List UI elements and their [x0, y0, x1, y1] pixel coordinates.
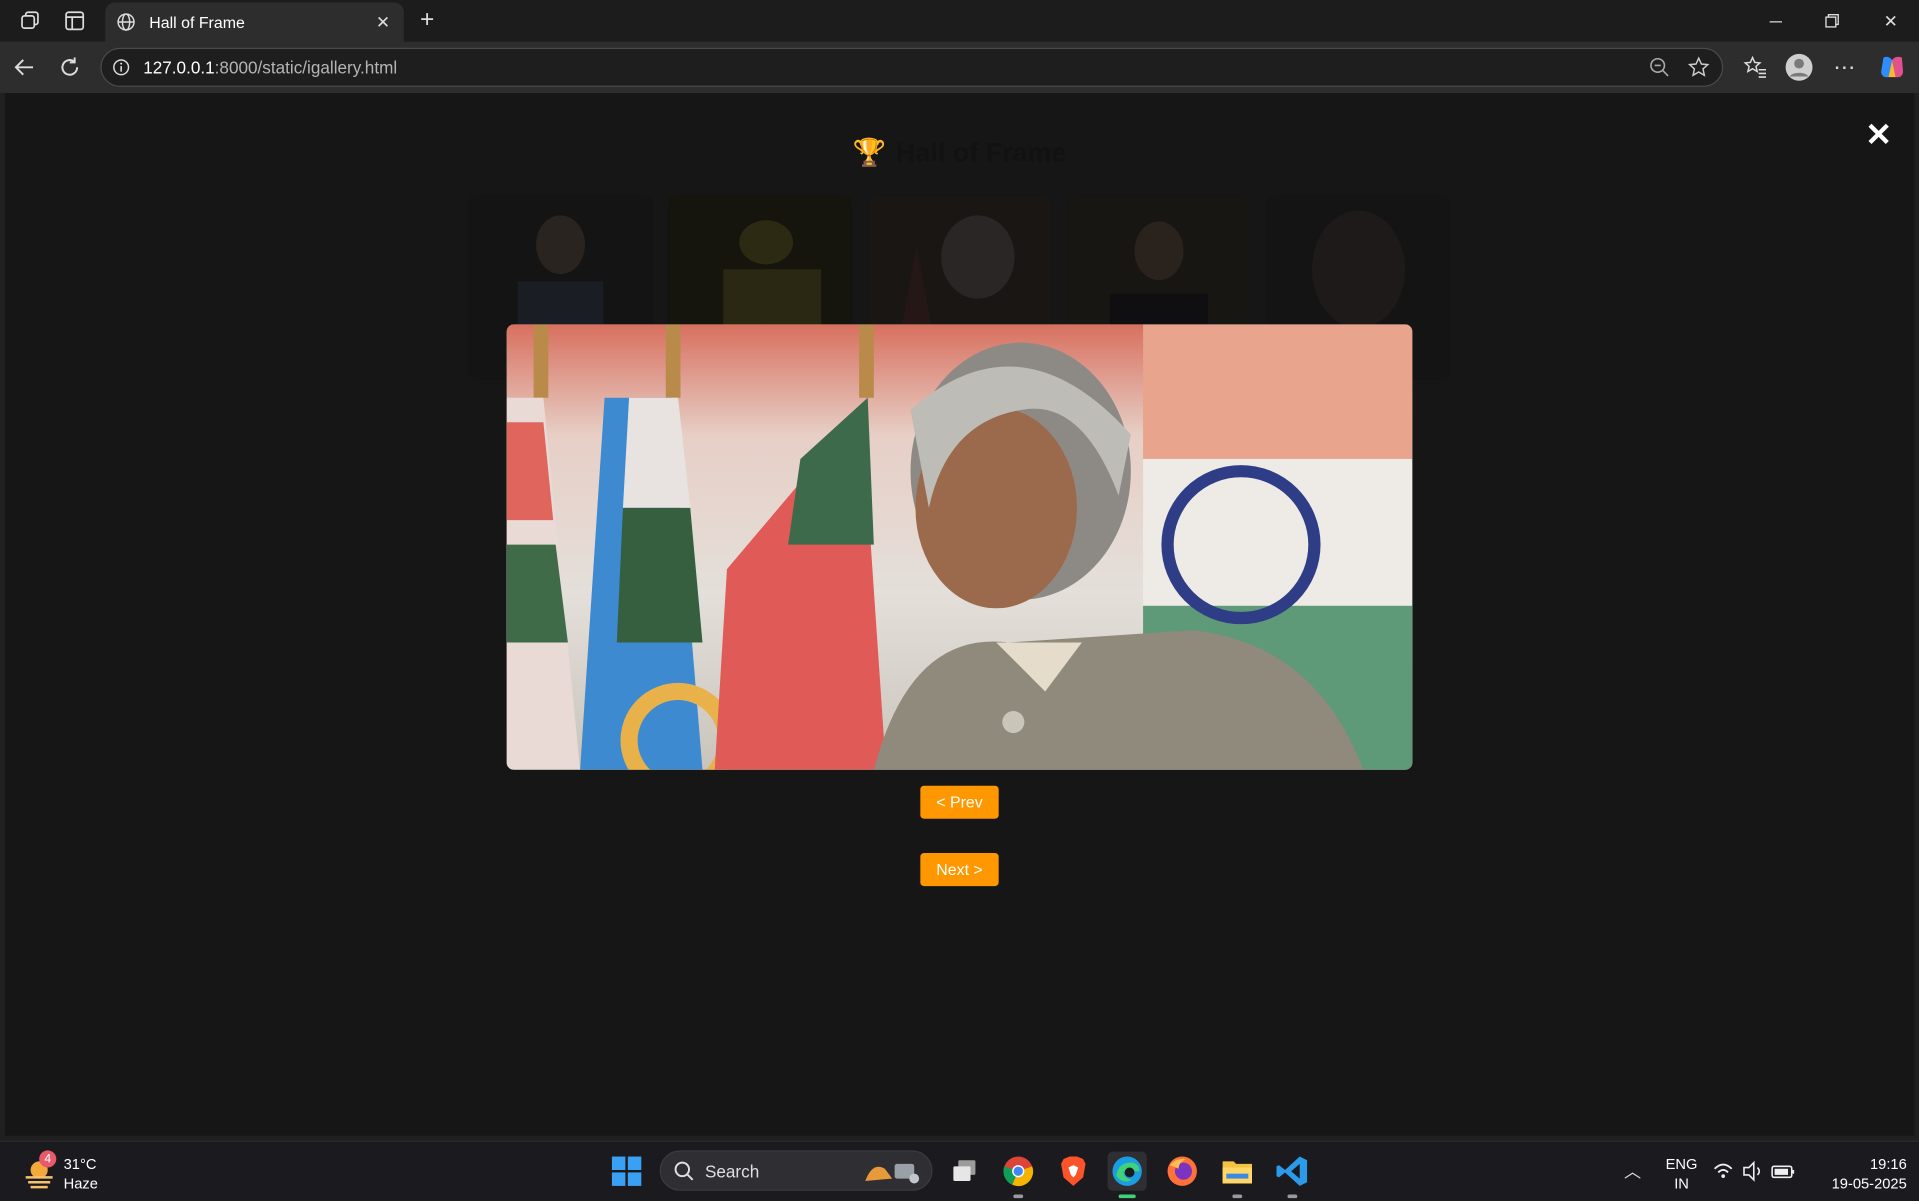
clock-date: 19-05-2025	[1831, 1174, 1907, 1193]
profile-avatar-icon[interactable]	[1783, 51, 1815, 83]
weather-temperature: 31°C	[63, 1155, 97, 1173]
globe-icon	[115, 11, 137, 33]
vertical-tabs-icon[interactable]	[60, 7, 89, 34]
notification-badge: 4	[39, 1150, 57, 1168]
browser-toolbar: 127.0.0.1:8000/static/igallery.html ⋯	[0, 41, 1919, 94]
running-indicator	[1232, 1194, 1243, 1199]
refresh-icon[interactable]	[54, 51, 86, 83]
next-button[interactable]: Next >	[920, 853, 999, 887]
clock-time: 19:16	[1870, 1155, 1907, 1173]
favorite-star-icon[interactable]	[1687, 56, 1710, 78]
prev-button[interactable]: < Prev	[920, 785, 999, 819]
weather-condition: Haze	[63, 1174, 98, 1193]
more-options-icon[interactable]: ⋯	[1828, 51, 1860, 83]
brave-icon[interactable]	[1054, 1152, 1093, 1191]
site-info-icon[interactable]	[113, 59, 130, 76]
clock[interactable]: 19:16 19-05-2025	[1809, 1154, 1907, 1193]
system-tray[interactable]	[1711, 1152, 1799, 1191]
close-tab-icon[interactable]: ✕	[370, 9, 397, 36]
tab-hall-of-frame[interactable]: Hall of Frame ✕	[105, 2, 404, 42]
address-bar[interactable]: 127.0.0.1:8000/static/igallery.html	[100, 47, 1724, 87]
favorites-icon[interactable]	[1739, 51, 1771, 83]
workspaces-icon[interactable]	[16, 7, 45, 34]
zoom-out-icon[interactable]	[1649, 56, 1671, 78]
page-viewport: 🏆 Hall of Frame ✕ < Prev Next >	[4, 93, 1915, 1136]
weather-widget[interactable]: 4 31°C Haze	[22, 1150, 120, 1192]
language-code: ENG	[1665, 1155, 1698, 1173]
running-indicator	[1013, 1194, 1024, 1199]
back-icon[interactable]	[9, 51, 41, 83]
search-highlight-icon	[865, 1163, 920, 1184]
minimize-icon[interactable]: ─	[1748, 0, 1804, 42]
search-label: Search	[704, 1161, 760, 1182]
restore-icon[interactable]	[1804, 0, 1860, 42]
active-indicator	[1118, 1194, 1136, 1199]
close-window-icon[interactable]: ✕	[1863, 0, 1919, 42]
file-explorer-icon[interactable]	[1218, 1152, 1257, 1199]
new-tab-icon[interactable]: +	[414, 5, 441, 34]
firefox-icon[interactable]	[1163, 1152, 1202, 1191]
title-bar: Hall of Frame ✕ + ─ ✕	[0, 0, 1919, 42]
copilot-icon[interactable]	[1876, 51, 1908, 83]
language-indicator[interactable]: ENG IN	[1660, 1154, 1704, 1193]
chevron-up-icon[interactable]: ︿	[1613, 1152, 1652, 1191]
task-view-icon[interactable]	[945, 1152, 984, 1191]
running-indicator	[1287, 1194, 1298, 1199]
lightbox-image	[506, 324, 1413, 770]
edge-icon[interactable]	[1107, 1151, 1147, 1199]
chrome-icon[interactable]	[999, 1152, 1038, 1199]
search-icon	[674, 1161, 694, 1181]
url-text: 127.0.0.1:8000/static/igallery.html	[143, 57, 398, 78]
region-code: IN	[1674, 1174, 1689, 1193]
taskbar: 4 31°C Haze Search ︿ ENG IN 19:16 19-05-…	[0, 1140, 1919, 1201]
taskbar-search[interactable]: Search	[659, 1150, 933, 1191]
tab-title: Hall of Frame	[149, 12, 245, 32]
vscode-icon[interactable]	[1273, 1152, 1312, 1199]
close-lightbox-button[interactable]: ✕	[1865, 116, 1892, 153]
start-windows-icon[interactable]	[607, 1152, 646, 1191]
